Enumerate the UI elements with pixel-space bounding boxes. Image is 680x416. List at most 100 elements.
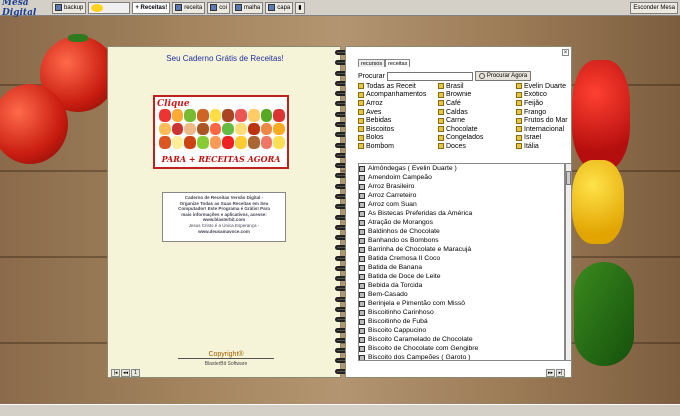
recipe-item[interactable]: Biscoitinho Carinhoso xyxy=(359,308,564,317)
category-item[interactable]: Frango xyxy=(516,108,572,117)
last-page-button[interactable]: ▸| xyxy=(556,369,565,377)
malha-button[interactable]: malha xyxy=(231,1,264,14)
category-item[interactable]: Congelados xyxy=(438,134,516,143)
recipe-item[interactable]: Biscoitinho de Fubá xyxy=(359,317,564,326)
recipe-item[interactable]: Atração de Morangos xyxy=(359,218,564,227)
folder-icon xyxy=(516,109,522,116)
search-input[interactable] xyxy=(386,71,473,81)
category-item[interactable]: Israel xyxy=(516,134,572,143)
category-item[interactable]: Todas as Receit xyxy=(358,82,438,91)
copyright-label: Copyright® xyxy=(178,351,274,359)
folder-icon xyxy=(438,143,444,150)
recipe-item[interactable]: Bebida da Torcida xyxy=(359,281,564,290)
recipe-item[interactable]: Batida de Doce de Leite xyxy=(359,272,564,281)
search-label: Procurar xyxy=(358,72,385,80)
recipe-item[interactable]: Amendoim Campeão xyxy=(359,173,564,182)
more-recipes-button[interactable]: + Receitas! xyxy=(132,1,171,14)
category-item[interactable]: Doces xyxy=(438,142,516,151)
website-link[interactable]: www.deusamavoce.com xyxy=(165,229,283,235)
category-item[interactable]: Carne xyxy=(438,116,516,125)
category-item[interactable]: Evelin Duarte xyxy=(516,82,572,91)
folder-icon xyxy=(358,134,364,141)
tab-bar: recursos receitas xyxy=(358,59,411,67)
document-icon xyxy=(359,210,365,217)
scrollbar-thumb[interactable] xyxy=(566,171,571,185)
next-page-button[interactable]: ▸▸ xyxy=(546,369,555,377)
food-illustrations xyxy=(159,109,285,149)
recipe-item[interactable]: Banhando os Bombons xyxy=(359,236,564,245)
folder-icon xyxy=(438,109,444,116)
recipe-item[interactable]: Baldinhos de Chocolate xyxy=(359,227,564,236)
category-item[interactable]: Arroz xyxy=(358,99,438,108)
category-item[interactable]: Frutos do Mar xyxy=(516,116,572,125)
more-recipes-banner[interactable]: Clique PARA + RECEITAS AGORA xyxy=(153,95,289,169)
category-item[interactable]: Itália xyxy=(516,142,572,151)
coi-icon xyxy=(210,4,218,11)
recipe-item[interactable]: Arroz Carreteiro xyxy=(359,191,564,200)
recipe-item[interactable]: Arroz com Suan xyxy=(359,200,564,209)
egg-button[interactable] xyxy=(88,1,131,14)
recipe-item[interactable]: Barrinha de Chocolate e Maracujá xyxy=(359,245,564,254)
document-icon xyxy=(359,192,365,199)
category-item[interactable]: Exótico xyxy=(516,91,572,100)
tab-resources[interactable]: recursos xyxy=(358,59,386,67)
category-item[interactable]: Biscoitos xyxy=(358,125,438,134)
recipe-item[interactable]: Batida de Banana xyxy=(359,263,564,272)
category-item[interactable]: Aves xyxy=(358,108,438,117)
recipe-icon xyxy=(175,4,183,11)
document-icon xyxy=(359,264,365,271)
page-marker[interactable]: 1 xyxy=(131,369,140,377)
folder-icon xyxy=(358,83,364,90)
category-item[interactable]: Bebidas xyxy=(358,116,438,125)
coi-button[interactable]: coi xyxy=(207,1,230,14)
recipe-item[interactable]: Biscoito dos Campeões ( Garoto ) xyxy=(359,353,564,360)
recipe-item[interactable]: Almôndegas ( Evelin Duarte ) xyxy=(359,164,564,173)
category-item[interactable]: Feijão xyxy=(516,99,572,108)
prev-page-button[interactable]: ◂◂ xyxy=(121,369,130,377)
document-icon xyxy=(359,255,365,262)
recipe-item[interactable]: Arroz Brasileiro xyxy=(359,182,564,191)
recipe-list[interactable]: Almôndegas ( Evelin Duarte ) Amendoim Cam… xyxy=(358,163,565,361)
folder-icon xyxy=(358,109,364,116)
banner-click-label: Clique xyxy=(157,99,190,109)
banner-more-recipes-label: PARA + RECEITAS AGORA xyxy=(161,154,281,164)
recipe-button[interactable]: receita xyxy=(172,1,206,14)
search-button[interactable]: Procurar Agora xyxy=(474,71,532,81)
tomato-stem xyxy=(68,34,88,42)
taskbar: Mesa Digital backup + Receitas! receita … xyxy=(0,0,680,18)
document-icon xyxy=(359,300,365,307)
folder-icon xyxy=(516,143,522,150)
menu-button[interactable]: ▮ xyxy=(295,1,305,14)
search-icon xyxy=(478,73,485,79)
tab-recipes[interactable]: receitas xyxy=(385,59,411,67)
recipe-item[interactable]: Biscoito de Chocolate com Gengibre xyxy=(359,344,564,353)
recipe-list-scrollbar[interactable] xyxy=(565,163,572,361)
first-page-button[interactable]: |◂ xyxy=(111,369,120,377)
capa-button[interactable]: capa xyxy=(265,1,294,14)
document-icon xyxy=(359,336,365,343)
recipe-item[interactable]: Batida Cremosa II Coco xyxy=(359,254,564,263)
recipe-item[interactable]: Berinjela e Pimentão com Missô xyxy=(359,299,564,308)
recipe-item[interactable]: Biscoito Caramelado de Chocolate xyxy=(359,335,564,344)
folder-icon xyxy=(438,91,444,98)
category-item[interactable]: Chocolate xyxy=(438,125,516,134)
category-item[interactable]: Bombom xyxy=(358,142,438,151)
backup-button[interactable]: backup xyxy=(52,1,87,14)
recipe-item[interactable]: As Bistecas Preferidas da América xyxy=(359,209,564,218)
category-item[interactable]: Internacional xyxy=(516,125,572,134)
folder-icon xyxy=(358,100,364,107)
category-item[interactable]: Bolos xyxy=(358,134,438,143)
category-item[interactable]: Acompanhamentos xyxy=(358,91,438,100)
category-item[interactable]: Brownie xyxy=(438,91,516,100)
recipe-item[interactable]: Biscoito Cappucino xyxy=(359,326,564,335)
left-page-title: Seu Caderno Grátis de Receitas! xyxy=(166,54,284,63)
category-item[interactable]: Brasil xyxy=(438,82,516,91)
category-item[interactable]: Café xyxy=(438,99,516,108)
category-item[interactable]: Caldas xyxy=(438,108,516,117)
recipe-item[interactable]: Bem-Casado xyxy=(359,290,564,299)
close-icon[interactable]: × xyxy=(562,49,569,56)
status-bar xyxy=(0,404,680,416)
right-page-nav: ▸▸ ▸| xyxy=(546,369,565,377)
hide-table-button[interactable]: Esconder Mesa xyxy=(630,1,678,14)
folder-icon xyxy=(358,117,364,124)
